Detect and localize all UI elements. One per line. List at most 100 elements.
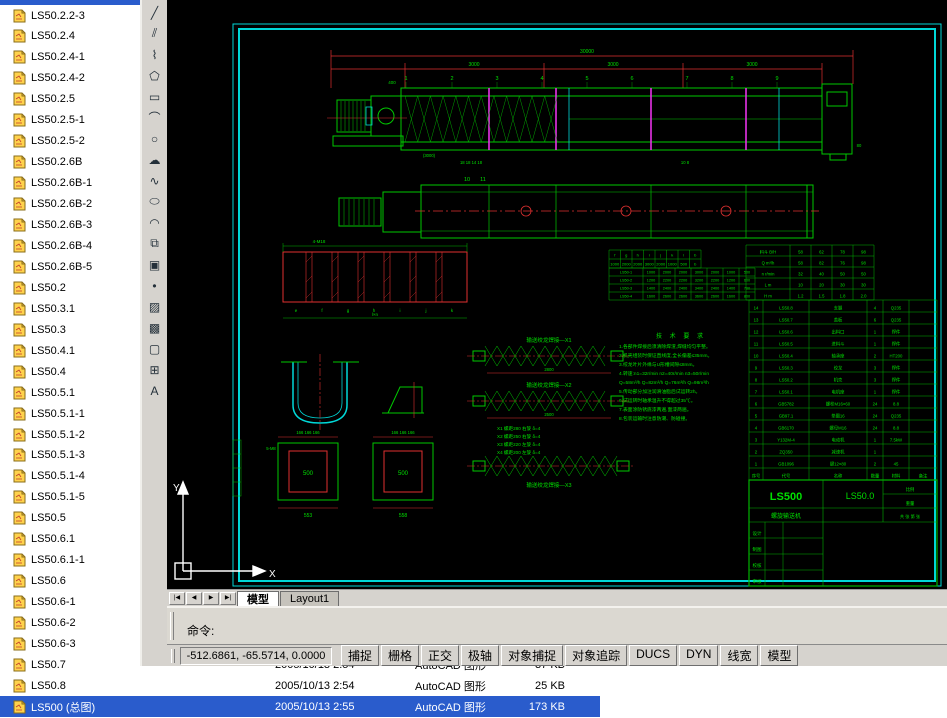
polygon-tool-button[interactable]: ⬠ bbox=[144, 65, 165, 86]
title-block-drawing-no: LS50.0 bbox=[846, 491, 875, 501]
table-cell: 1000 bbox=[610, 262, 620, 267]
table-cell: 3000 bbox=[645, 262, 655, 267]
title-block-title: 螺旋输送机 bbox=[771, 512, 801, 520]
screw-label-x3: 输送绞龙焊接—X3 bbox=[526, 481, 571, 489]
table-cell: LS50.6 bbox=[779, 330, 793, 335]
dwg-file-icon bbox=[13, 407, 26, 421]
table-cell: 40 bbox=[819, 272, 824, 277]
command-grip[interactable] bbox=[170, 612, 174, 640]
table-cell: 3600 bbox=[695, 295, 703, 299]
seg-dim: 3000 bbox=[746, 62, 757, 68]
status-toggle-DUCS[interactable]: DUCS bbox=[629, 645, 678, 666]
tab-layout1[interactable]: Layout1 bbox=[280, 591, 340, 606]
overall-dim: 30000 bbox=[580, 49, 594, 55]
technical-notes: 技 术 要 求 1.各部件焊接后须清除焊渣,焊缝均匀平整。 2.机壳组装时保证直线… bbox=[619, 332, 712, 422]
table-cell: f bbox=[614, 253, 616, 258]
table-cell: 支腿 bbox=[834, 305, 843, 312]
table-cell: 4 bbox=[874, 306, 877, 311]
table-cell: 3200 bbox=[695, 279, 703, 283]
revision-cloud-tool-button[interactable]: ☁ bbox=[144, 149, 165, 170]
file-name: LS500 (总图) bbox=[31, 701, 96, 714]
status-toggle-模型[interactable]: 模型 bbox=[760, 645, 799, 666]
tab-nav-first[interactable]: |◀ bbox=[169, 592, 185, 605]
table-cell: j bbox=[659, 253, 661, 258]
insert-block-tool-button[interactable]: ⧉ bbox=[144, 233, 165, 254]
drawing-canvas[interactable]: 30000 3000 3000 3000 400 (3000) 18 18 14… bbox=[167, 0, 947, 589]
table-cell: 备注 bbox=[919, 473, 928, 480]
table-cell: LS50.3 bbox=[779, 366, 793, 371]
table-tool-button[interactable]: ⊞ bbox=[144, 359, 165, 380]
table-cell: ZQ350 bbox=[779, 450, 793, 455]
region-tool-button[interactable]: ▢ bbox=[144, 338, 165, 359]
tab-nav-next[interactable]: ▶ bbox=[203, 592, 219, 605]
ellipse-tool-button[interactable]: ⬭ bbox=[144, 191, 165, 212]
table-cell: 58 bbox=[798, 261, 803, 266]
table-cell: 8.8 bbox=[893, 426, 900, 431]
statusbar-grip[interactable] bbox=[171, 648, 175, 663]
table-cell: 螺母M16 bbox=[830, 425, 848, 432]
status-toggle-对象追踪[interactable]: 对象追踪 bbox=[565, 645, 628, 666]
note-line: 7.表面涂防锈底漆两遍,面漆两遍。 bbox=[619, 406, 692, 413]
file-item[interactable]: LS500 (总图) 2005/10/13 2:55 AutoCAD 图形 173 K… bbox=[0, 696, 947, 718]
status-toggle-极轴[interactable]: 极轴 bbox=[461, 645, 500, 666]
tab-nav-prev[interactable]: ◀ bbox=[186, 592, 202, 605]
table-cell: h bbox=[637, 253, 639, 258]
circle-tool-button[interactable]: ○ bbox=[144, 128, 165, 149]
status-toggle-对象捕捉[interactable]: 对象捕捉 bbox=[501, 645, 564, 666]
dwg-file-icon bbox=[13, 490, 26, 504]
table-cell: 焊件 bbox=[892, 389, 901, 396]
drawing-area[interactable]: 30000 3000 3000 3000 400 (3000) 18 18 14… bbox=[167, 0, 947, 589]
rectangle-tool-button[interactable]: ▭ bbox=[144, 86, 165, 107]
tab-nav-last[interactable]: ▶| bbox=[220, 592, 236, 605]
seg-dim: 3000 bbox=[468, 62, 479, 68]
construction-line-tool-button[interactable]: ⫽ bbox=[144, 23, 165, 44]
dwg-file-icon bbox=[13, 302, 26, 316]
table-cell: 98 bbox=[861, 250, 866, 255]
status-toggle-线宽[interactable]: 线宽 bbox=[720, 645, 759, 666]
sign-row-label: 制图 bbox=[753, 546, 762, 553]
hatch-tool-button[interactable]: ▨ bbox=[144, 296, 165, 317]
status-toggle-捕捉[interactable]: 捕捉 bbox=[341, 645, 380, 666]
table-cell: 2400 bbox=[679, 287, 687, 291]
gradient-tool-button[interactable]: ▩ bbox=[144, 317, 165, 338]
dwg-file-icon bbox=[13, 113, 26, 127]
title-block-weight-label: 重量 bbox=[906, 500, 915, 507]
command-prompt[interactable]: 命令: bbox=[187, 622, 214, 639]
table-cell: 32 bbox=[798, 272, 803, 277]
ellipse-arc-tool-button[interactable]: ◠ bbox=[144, 212, 165, 233]
table-cell: 3400 bbox=[695, 287, 703, 291]
table-cell: 500 bbox=[744, 271, 750, 275]
make-block-tool-button[interactable]: ▣ bbox=[144, 254, 165, 275]
tab-模型[interactable]: 模型 bbox=[237, 591, 279, 606]
arc-tool-button[interactable]: ⌒ bbox=[144, 107, 165, 128]
table-cell: 1 bbox=[874, 342, 877, 347]
polyline-tool-button[interactable]: ⌇ bbox=[144, 44, 165, 65]
point-tool-button[interactable]: • bbox=[144, 275, 165, 296]
table-cell: 24 bbox=[873, 414, 878, 419]
table-cell: 700 bbox=[744, 287, 750, 291]
screw-spec-line: X4 螺距200 左旋 δ=4 bbox=[497, 449, 541, 456]
mtext-tool-button[interactable]: A bbox=[144, 380, 165, 401]
table-cell: 2000 bbox=[656, 262, 666, 267]
coordinate-readout[interactable]: -512.6861, -65.5714, 0.0000 bbox=[180, 646, 332, 665]
frame-column-letter: j bbox=[425, 308, 427, 313]
table-cell: 11 bbox=[754, 342, 759, 347]
status-toggle-栅格[interactable]: 栅格 bbox=[381, 645, 420, 666]
table-cell: 14 bbox=[754, 306, 759, 311]
file-item[interactable]: LS50.8 2005/10/13 2:54 AutoCAD 图形 25 KB bbox=[0, 675, 947, 696]
table-cell: 绞龙 bbox=[834, 365, 843, 372]
table-cell: 98 bbox=[861, 261, 866, 266]
dwg-file-icon bbox=[13, 637, 26, 651]
table-cell: 材料 bbox=[892, 473, 901, 480]
table-cell: 2200 bbox=[711, 279, 719, 283]
table-cell: 1200 bbox=[647, 279, 655, 283]
frame-column-letter: k bbox=[451, 308, 454, 313]
table-cell: 出料口 bbox=[832, 329, 845, 336]
dwg-file-icon bbox=[13, 29, 26, 43]
command-window[interactable]: 命令: bbox=[167, 606, 947, 645]
line-tool-button[interactable]: ╱ bbox=[144, 2, 165, 23]
table-cell: 焊件 bbox=[892, 329, 901, 336]
status-toggle-DYN[interactable]: DYN bbox=[679, 645, 719, 666]
spline-tool-button[interactable]: ∿ bbox=[144, 170, 165, 191]
status-toggle-正交[interactable]: 正交 bbox=[421, 645, 460, 666]
